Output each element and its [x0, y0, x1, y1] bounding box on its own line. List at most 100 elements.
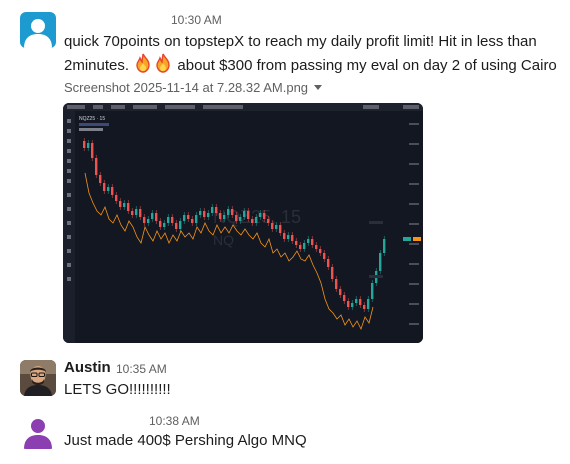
candle-body [299, 245, 302, 249]
candle-body [371, 283, 374, 299]
candle-body [187, 215, 190, 219]
message-text-line-2: 2minutes. about $300 from passing my eva… [64, 53, 564, 77]
candle-body [155, 213, 158, 221]
candle-body [167, 217, 170, 223]
candle-body [147, 219, 150, 223]
candle-body [175, 223, 178, 229]
candle-body [259, 213, 262, 217]
candle-body [215, 207, 218, 213]
chart-watermark-sub: NQ [213, 232, 234, 248]
candle-body [347, 301, 350, 307]
candle-body [111, 187, 114, 195]
candle-body [355, 299, 358, 303]
candle-body [383, 239, 386, 253]
candle-body [291, 235, 294, 241]
candle-body [367, 299, 370, 309]
candle-body [335, 279, 338, 289]
candle-body [151, 213, 154, 219]
default-user-avatar-blue[interactable] [20, 12, 56, 48]
message-text: quick 70points on topstepX to reach my d… [64, 33, 537, 50]
candle-body [271, 223, 274, 229]
austin-photo-avatar[interactable] [20, 360, 56, 396]
user-silhouette-icon [24, 419, 52, 449]
candle-body [227, 209, 230, 215]
candle-body [135, 209, 138, 215]
message-timestamp[interactable]: 10:35 AM [116, 362, 167, 376]
candle-body [319, 249, 322, 253]
candle-body [311, 239, 314, 245]
candle-body [123, 203, 126, 207]
candle-body [143, 217, 146, 223]
candle-body [243, 211, 246, 217]
candle-body [171, 217, 174, 223]
candle-body [115, 195, 118, 201]
message-timestamp[interactable]: 10:30 AM [171, 13, 222, 27]
candle-body [219, 213, 222, 219]
candle-body [95, 158, 98, 175]
candle-body [323, 253, 326, 259]
candle-body [295, 241, 298, 245]
user-silhouette-icon [24, 19, 52, 48]
candle-body [211, 207, 214, 213]
candle-body [283, 233, 286, 239]
candle-body [363, 305, 366, 309]
message-timestamp[interactable]: 10:38 AM [149, 414, 200, 428]
candle-body [203, 211, 206, 217]
message-2: Austin 10:35 AM LETS GO!!!!!!!!!! [0, 350, 570, 405]
attachment-image-preview[interactable]: NQZ25 · 15 NQZ25, 15 NQ [63, 103, 423, 343]
candle-body [331, 267, 334, 279]
author-name[interactable]: Austin [64, 359, 111, 376]
candle-body [199, 211, 202, 215]
message-text: LETS GO!!!!!!!!!! [64, 381, 171, 398]
candle-body [339, 289, 342, 295]
candle-body [207, 213, 210, 217]
attachment-filename[interactable]: Screenshot 2025-11-14 at 7.28.32 AM.png [64, 80, 323, 95]
candle-body [91, 143, 94, 158]
candle-body [307, 239, 310, 243]
candle-body [179, 221, 182, 229]
candle-body [279, 225, 282, 233]
candle-body [263, 213, 266, 219]
candle-body [195, 215, 198, 223]
caret-down-icon[interactable] [314, 85, 323, 90]
candle-body [99, 175, 102, 183]
person-photo-icon [20, 360, 56, 396]
candle-body [103, 183, 106, 191]
candle-body [87, 143, 90, 148]
candle-body [139, 209, 142, 217]
default-user-avatar-purple[interactable] [20, 413, 56, 449]
trading-chart-image: NQZ25 · 15 NQZ25, 15 NQ [63, 103, 423, 343]
candle-body [303, 243, 306, 249]
message-text: Just made 400$ Pershing Algo MNQ [64, 432, 307, 449]
candle-body [287, 235, 290, 239]
fire-emoji-icon [133, 53, 153, 73]
attachment-filename-text: Screenshot 2025-11-14 at 7.28.32 AM.png [64, 80, 309, 95]
message-text: about $300 from passing my eval on day 2… [177, 57, 557, 74]
candle-body [247, 211, 250, 219]
message-3: 10:38 AM Just made 400$ Pershing Algo MN… [0, 405, 570, 464]
candle-body [119, 201, 122, 207]
candle-body [159, 221, 162, 227]
candle-body [255, 217, 258, 223]
candle-body [379, 253, 382, 271]
candle-body [163, 223, 166, 227]
message-text-line-1: quick 70points on topstepX to reach my d… [64, 31, 564, 53]
candle-body [107, 187, 110, 191]
candle-body [239, 217, 242, 221]
candle-body [327, 259, 330, 267]
candle-body [267, 219, 270, 223]
candle-body [183, 215, 186, 221]
candle-body [351, 303, 354, 307]
candle-body [235, 215, 238, 221]
candle-body [223, 215, 226, 219]
candle-body [343, 295, 346, 301]
candle-body [131, 211, 134, 215]
candle-body [231, 209, 234, 215]
message-1: 10:30 AM quick 70points on topstepX to r… [0, 0, 570, 350]
candle-body [251, 219, 254, 223]
message-text: 2minutes. [64, 57, 130, 74]
chart-symbol: NQZ25 · 15 [79, 116, 105, 122]
candle-body [127, 203, 130, 211]
candle-body [359, 299, 362, 305]
candle-body [83, 141, 86, 148]
